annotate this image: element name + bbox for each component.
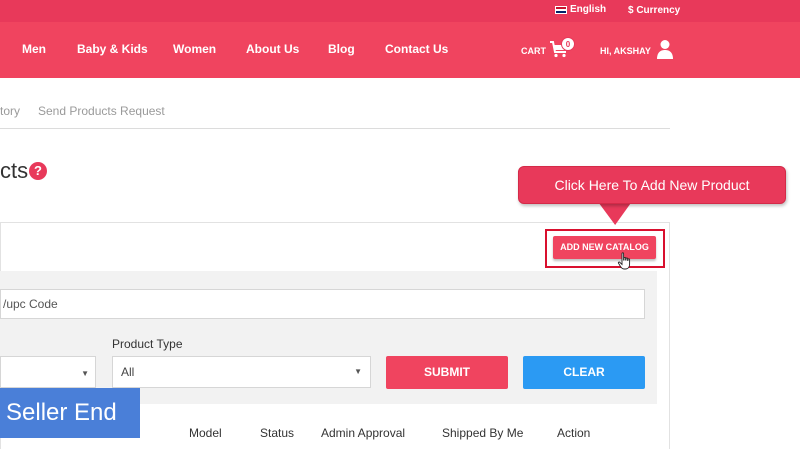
- nav-item-about-us[interactable]: About Us: [246, 42, 299, 56]
- column-header-model[interactable]: Model: [189, 426, 222, 440]
- column-header-status[interactable]: Status: [260, 426, 294, 440]
- nav-item-men[interactable]: Men: [22, 42, 46, 56]
- submit-button[interactable]: SUBMIT: [386, 356, 508, 389]
- main-nav: Men Baby & Kids Women About Us Blog Cont…: [0, 22, 800, 78]
- product-type-label: Product Type: [112, 337, 183, 351]
- language-label: English: [570, 4, 607, 15]
- column-header-action: Action: [557, 426, 591, 440]
- language-selector[interactable]: English: [555, 4, 606, 15]
- page-title: cts: [0, 158, 29, 183]
- cart-count-badge: 0: [561, 37, 575, 51]
- column-header-admin-approval[interactable]: Admin Approval: [321, 426, 405, 440]
- nav-item-women[interactable]: Women: [173, 42, 216, 56]
- column-header-shipped-by-me[interactable]: Shipped By Me: [442, 426, 523, 440]
- chevron-down-icon: ▼: [81, 369, 89, 378]
- callout-tooltip: Click Here To Add New Product: [518, 166, 786, 204]
- product-type-value: All: [121, 365, 135, 379]
- cart-label[interactable]: CART: [521, 46, 546, 56]
- product-type-select[interactable]: All ▼: [112, 356, 371, 388]
- chevron-down-icon: ▼: [354, 367, 362, 376]
- category-select[interactable]: ▼: [0, 356, 96, 388]
- seller-end-badge: Seller End: [0, 388, 140, 438]
- highlight-box: [545, 229, 665, 268]
- subnav-item-inventory[interactable]: tory: [0, 104, 20, 118]
- nav-item-baby-kids[interactable]: Baby & Kids: [77, 42, 148, 56]
- nav-item-blog[interactable]: Blog: [328, 42, 355, 56]
- divider: [0, 128, 670, 129]
- search-input[interactable]: /upc Code: [0, 289, 645, 319]
- currency-selector[interactable]: $ Currency: [628, 5, 680, 16]
- page: English $ Currency Men Baby & Kids Women…: [0, 0, 800, 449]
- user-icon[interactable]: [656, 39, 674, 59]
- uk-flag-icon: [555, 5, 567, 14]
- top-bar: English $ Currency: [0, 0, 800, 22]
- hand-cursor-icon: [617, 252, 631, 270]
- subnav-item-send-products-request[interactable]: Send Products Request: [38, 104, 165, 118]
- nav-item-contact-us[interactable]: Contact Us: [385, 42, 448, 56]
- clear-button[interactable]: CLEAR: [523, 356, 645, 389]
- user-greeting[interactable]: HI, AKSHAY: [600, 46, 651, 56]
- help-icon[interactable]: ?: [29, 162, 47, 180]
